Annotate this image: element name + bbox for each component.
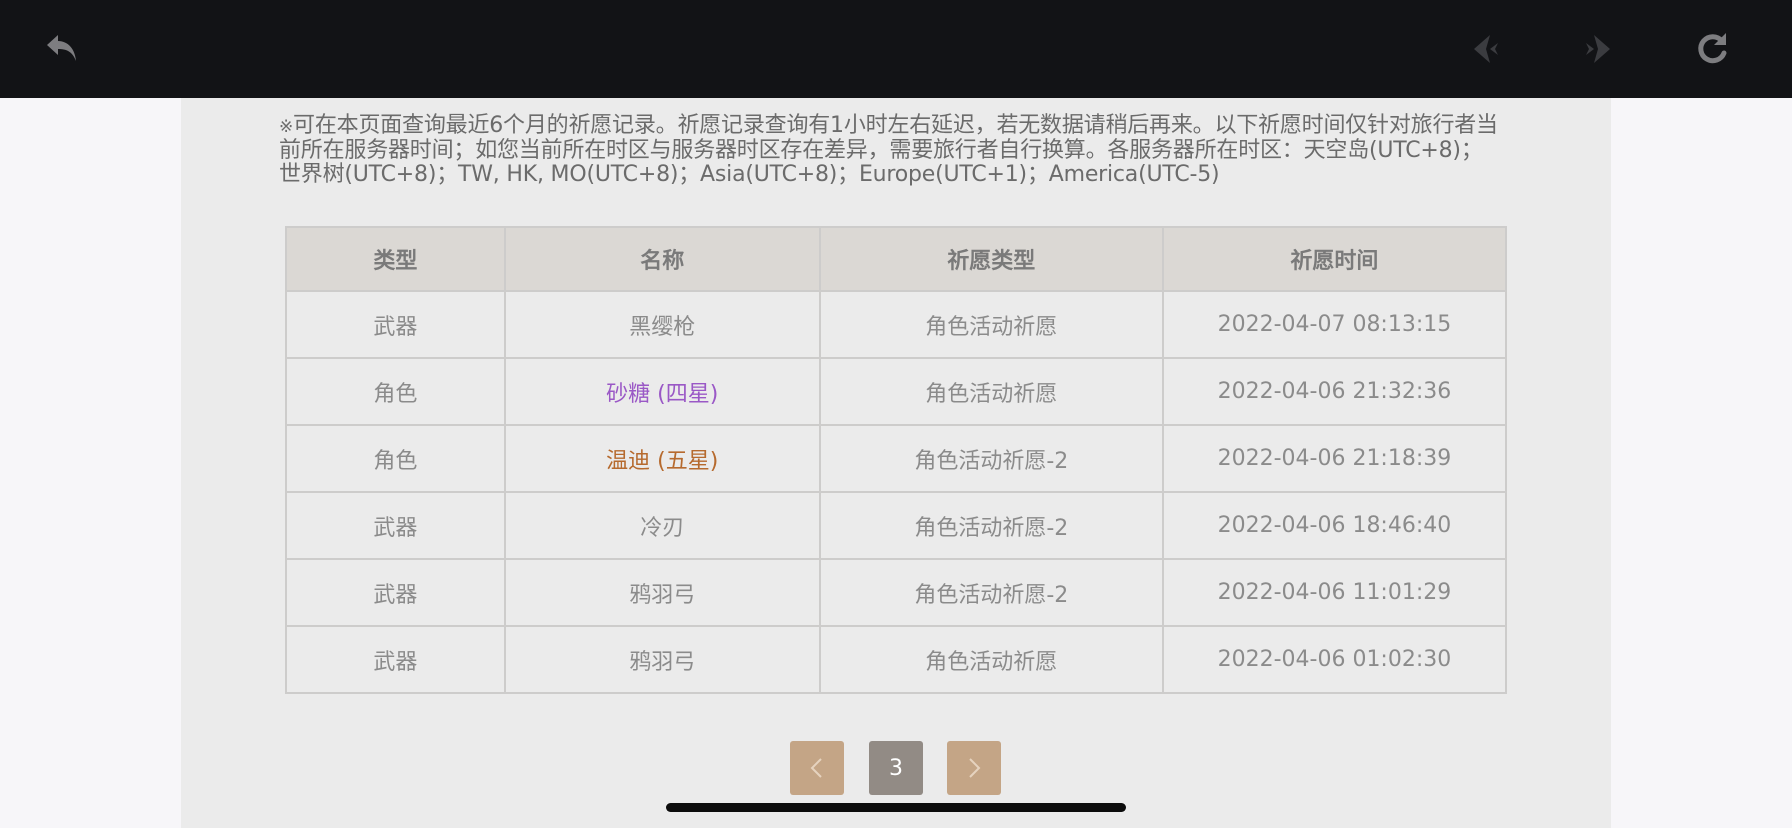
back-arrow-icon bbox=[47, 35, 76, 61]
table-row: 角色 温迪 (五星) 角色活动祈愿-2 2022-04-06 21:18:39 bbox=[285, 424, 1508, 493]
nav-next-icon bbox=[1586, 35, 1610, 63]
table-row: 角色 砂糖 (四星) 角色活动祈愿 2022-04-06 21:32:36 bbox=[285, 357, 1508, 426]
reload-icon bbox=[1698, 33, 1727, 64]
cell-time: 2022-04-06 01:02:30 bbox=[1161, 625, 1508, 694]
cell-time: 2022-04-06 11:01:29 bbox=[1161, 558, 1508, 627]
cell-wish-type: 角色活动祈愿 bbox=[818, 290, 1164, 359]
table-header-row: 类型 名称 祈愿类型 祈愿时间 bbox=[285, 226, 1508, 292]
prev-page-button[interactable] bbox=[790, 741, 844, 795]
notice-mark: ※ bbox=[279, 117, 294, 137]
cell-wish-type: 角色活动祈愿-2 bbox=[818, 558, 1164, 627]
cell-name: 冷刃 bbox=[503, 491, 821, 560]
cell-type: 武器 bbox=[285, 625, 506, 694]
header-wish-type: 祈愿类型 bbox=[818, 226, 1164, 292]
table-row: 武器 鸦羽弓 角色活动祈愿 2022-04-06 01:02:30 bbox=[285, 625, 1508, 694]
cell-wish-type: 角色活动祈愿 bbox=[818, 357, 1164, 426]
cell-name: 砂糖 (四星) bbox=[503, 357, 821, 426]
cell-name: 黑缨枪 bbox=[503, 290, 821, 359]
cell-wish-type: 角色活动祈愿 bbox=[818, 625, 1164, 694]
cell-name: 鸦羽弓 bbox=[503, 625, 821, 694]
top-toolbar bbox=[0, 0, 1792, 98]
table-row: 武器 冷刃 角色活动祈愿-2 2022-04-06 18:46:40 bbox=[285, 491, 1508, 560]
cell-type: 武器 bbox=[285, 491, 506, 560]
table-row: 武器 黑缨枪 角色活动祈愿 2022-04-07 08:13:15 bbox=[285, 290, 1508, 359]
cell-name: 温迪 (五星) bbox=[503, 424, 821, 493]
header-type: 类型 bbox=[285, 226, 506, 292]
notice-text: ※可在本页面查询最近6个月的祈愿记录。祈愿记录查询有1小时左右延迟，若无数据请稍… bbox=[279, 114, 1499, 187]
cell-time: 2022-04-06 18:46:40 bbox=[1161, 491, 1508, 560]
cell-time: 2022-04-06 21:32:36 bbox=[1161, 357, 1508, 426]
table-row: 武器 鸦羽弓 角色活动祈愿-2 2022-04-06 11:01:29 bbox=[285, 558, 1508, 627]
cell-type: 角色 bbox=[285, 357, 506, 426]
current-page-indicator[interactable]: 3 bbox=[869, 741, 923, 795]
wish-history-panel: ※可在本页面查询最近6个月的祈愿记录。祈愿记录查询有1小时左右延迟，若无数据请稍… bbox=[181, 98, 1611, 828]
home-indicator[interactable] bbox=[666, 803, 1126, 812]
header-time: 祈愿时间 bbox=[1161, 226, 1508, 292]
cell-wish-type: 角色活动祈愿-2 bbox=[818, 491, 1164, 560]
cell-wish-type: 角色活动祈愿-2 bbox=[818, 424, 1164, 493]
nav-prev-icon bbox=[1474, 35, 1498, 63]
next-page-button[interactable] bbox=[947, 741, 1001, 795]
reload-button[interactable] bbox=[1692, 29, 1732, 69]
chevron-right-icon bbox=[969, 758, 981, 778]
back-button[interactable] bbox=[42, 29, 82, 69]
cell-time: 2022-04-07 08:13:15 bbox=[1161, 290, 1508, 359]
cell-name: 鸦羽弓 bbox=[503, 558, 821, 627]
nav-next-button[interactable] bbox=[1578, 29, 1618, 69]
cell-type: 武器 bbox=[285, 290, 506, 359]
cell-time: 2022-04-06 21:18:39 bbox=[1161, 424, 1508, 493]
cell-type: 武器 bbox=[285, 558, 506, 627]
header-name: 名称 bbox=[503, 226, 821, 292]
notice-body: 可在本页面查询最近6个月的祈愿记录。祈愿记录查询有1小时左右延迟，若无数据请稍后… bbox=[279, 113, 1498, 187]
cell-type: 角色 bbox=[285, 424, 506, 493]
chevron-left-icon bbox=[810, 758, 822, 778]
wish-records-table: 类型 名称 祈愿类型 祈愿时间 武器 黑缨枪 角色活动祈愿 2022-04-07… bbox=[285, 226, 1508, 694]
nav-prev-button[interactable] bbox=[1466, 29, 1506, 69]
